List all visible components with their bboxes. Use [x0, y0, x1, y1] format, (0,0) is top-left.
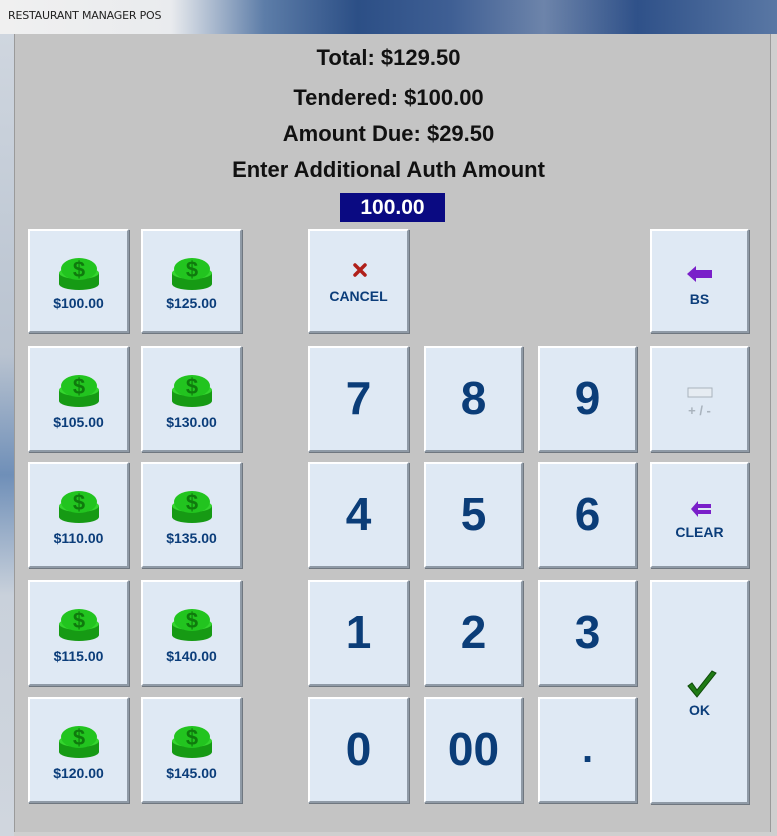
svg-text:$: $ [72, 608, 84, 633]
quick-amount-label: $130.00 [166, 414, 217, 430]
title-bar: RESTAURANT MANAGER POS [0, 0, 777, 34]
digit-button-4[interactable]: 4 [308, 462, 409, 568]
quick-amount-label: $140.00 [166, 648, 217, 664]
amount-due-label: Amount Due: $29.50 [282, 121, 495, 146]
digit-button-9[interactable]: 9 [538, 346, 637, 452]
quick-amount-label: $115.00 [53, 648, 104, 664]
money-stack-icon: $ [170, 721, 214, 764]
ok-button[interactable]: OK [650, 580, 749, 804]
backspace-label: BS [689, 291, 710, 307]
quick-amount-label: $145.00 [166, 765, 217, 781]
backspace-button[interactable]: BS [650, 229, 749, 333]
digit-button-2[interactable]: 2 [424, 580, 523, 686]
plus-minus-icon [687, 387, 713, 398]
svg-text:$: $ [72, 257, 84, 282]
quick-amount-button[interactable]: $ $130.00 [141, 346, 242, 452]
plus-minus-button[interactable]: + / - [650, 346, 749, 452]
quick-amount-label: $110.00 [53, 530, 104, 546]
cancel-label: CANCEL [329, 288, 388, 304]
quick-amount-button[interactable]: $ $105.00 [28, 346, 129, 452]
svg-text:$: $ [185, 490, 197, 515]
quick-amount-label: $105.00 [53, 414, 104, 430]
digit-label: 9 [574, 372, 601, 424]
digit-button-0[interactable]: 0 [308, 697, 409, 803]
svg-text:$: $ [72, 490, 84, 515]
money-stack-icon: $ [57, 604, 101, 647]
digit-button-8[interactable]: 8 [424, 346, 523, 452]
quick-amount-button[interactable]: $ $135.00 [141, 462, 242, 568]
money-stack-icon: $ [170, 604, 214, 647]
checkmark-icon [687, 670, 717, 698]
back-arrow-icon [687, 266, 712, 282]
svg-text:$: $ [185, 725, 197, 750]
cancel-icon [353, 263, 367, 277]
money-stack-icon: $ [57, 253, 101, 296]
total-label: Total: $129.50 [316, 45, 461, 70]
digit-label: 6 [574, 488, 601, 540]
svg-text:$: $ [185, 257, 197, 282]
svg-text:$: $ [185, 608, 197, 633]
digit-label: 00 [447, 723, 500, 775]
digit-label: 3 [574, 606, 601, 658]
clear-label: CLEAR [675, 524, 724, 540]
money-stack-icon: $ [170, 370, 214, 413]
auth-prompt: Enter Additional Auth Amount [232, 157, 545, 182]
digit-label: 7 [345, 372, 372, 424]
window-title: RESTAURANT MANAGER POS [8, 9, 162, 22]
ok-label: OK [689, 702, 710, 718]
quick-amount-button[interactable]: $ $145.00 [141, 697, 242, 803]
plus-minus-label: + / - [688, 403, 711, 418]
quick-amount-button[interactable]: $ $110.00 [28, 462, 129, 568]
digit-button-7[interactable]: 7 [308, 346, 409, 452]
digit-button-dot[interactable]: . [538, 697, 637, 803]
quick-amount-button[interactable]: $ $120.00 [28, 697, 129, 803]
tendered-label: Tendered: $100.00 [293, 85, 484, 110]
quick-amount-button[interactable]: $ $100.00 [28, 229, 129, 333]
money-stack-icon: $ [170, 486, 214, 529]
digit-label: 0 [345, 723, 372, 775]
digit-label: . [581, 727, 594, 771]
quick-amount-label: $100.00 [53, 295, 104, 311]
money-stack-icon: $ [57, 370, 101, 413]
digit-label: 4 [345, 488, 372, 540]
clear-icon [691, 501, 711, 517]
digit-label: 5 [460, 488, 487, 540]
svg-text:$: $ [185, 374, 197, 399]
digit-button-3[interactable]: 3 [538, 580, 637, 686]
money-stack-icon: $ [57, 721, 101, 764]
quick-amount-button[interactable]: $ $140.00 [141, 580, 242, 686]
quick-amount-label: $125.00 [166, 295, 217, 311]
quick-amount-button[interactable]: $ $115.00 [28, 580, 129, 686]
quick-amount-button[interactable]: $ $125.00 [141, 229, 242, 333]
window-left-edge [0, 34, 14, 836]
digit-label: 2 [460, 606, 487, 658]
digit-button-5[interactable]: 5 [424, 462, 523, 568]
svg-text:$: $ [72, 374, 84, 399]
digit-label: 1 [345, 606, 372, 658]
digit-button-1[interactable]: 1 [308, 580, 409, 686]
clear-button[interactable]: CLEAR [650, 462, 749, 568]
digit-label: 8 [460, 372, 487, 424]
money-stack-icon: $ [170, 253, 214, 296]
digit-button-6[interactable]: 6 [538, 462, 637, 568]
digit-button-00[interactable]: 00 [424, 697, 523, 803]
svg-text:$: $ [72, 725, 84, 750]
quick-amount-label: $120.00 [53, 765, 104, 781]
money-stack-icon: $ [57, 486, 101, 529]
auth-amount-input[interactable]: 100.00 [340, 193, 445, 222]
cancel-button[interactable]: CANCEL [308, 229, 409, 333]
quick-amount-label: $135.00 [166, 530, 217, 546]
